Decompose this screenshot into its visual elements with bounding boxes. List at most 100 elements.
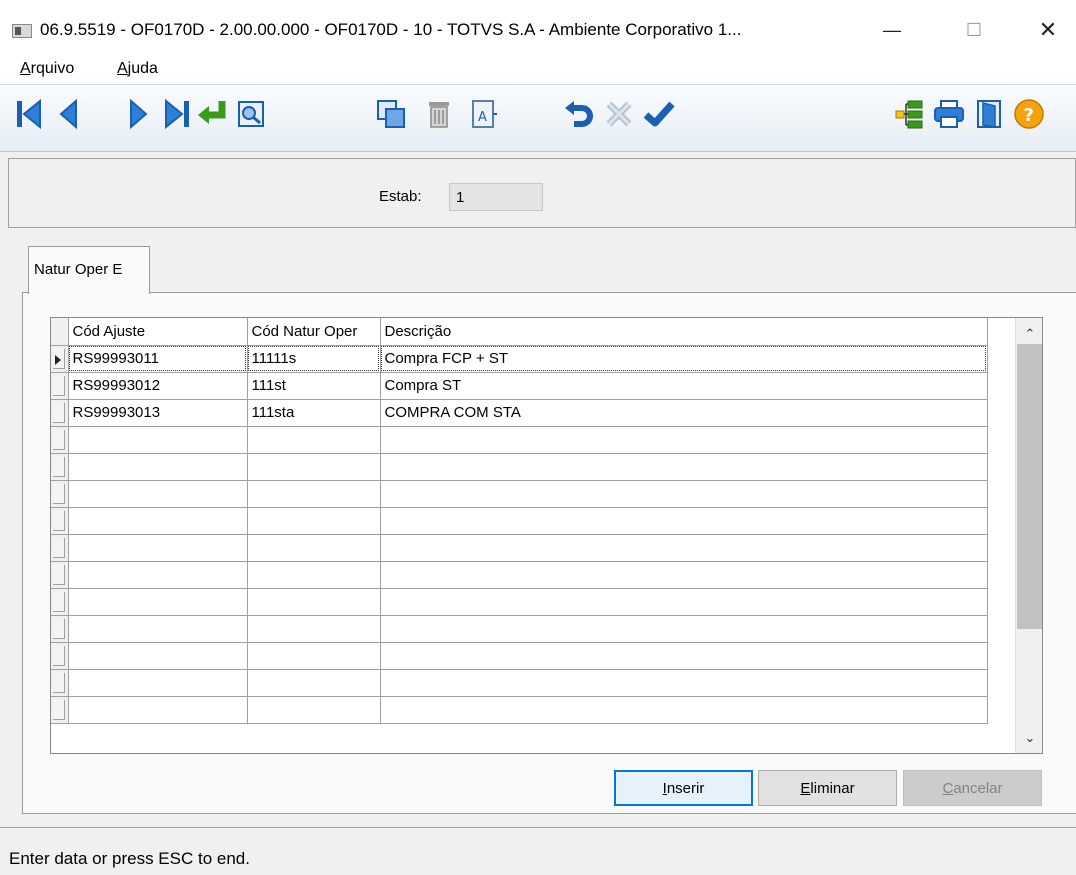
cell-cod-natur-oper[interactable] [247,561,381,589]
column-header-cod-natur-oper[interactable]: Cód Natur Oper [247,318,381,346]
scroll-up-icon[interactable]: ⌃ [1016,322,1042,346]
cell-descricao[interactable] [380,615,988,643]
cell-cod-natur-oper[interactable] [247,507,381,535]
table-row[interactable] [51,561,988,589]
row-indicator[interactable] [51,372,69,400]
cell-cod-ajuste[interactable] [68,669,248,697]
cell-cod-natur-oper[interactable]: 111st [247,372,381,400]
cell-descricao[interactable]: Compra ST [380,372,988,400]
next-record-icon[interactable] [121,95,155,133]
table-row[interactable] [51,453,988,481]
tab-natur-oper-e[interactable]: Natur Oper E [28,246,150,294]
cell-cod-ajuste[interactable] [68,561,248,589]
cell-cod-ajuste[interactable] [68,642,248,670]
cell-descricao[interactable] [380,696,988,724]
exit-icon[interactable] [972,95,1006,133]
table-row[interactable] [51,480,988,508]
cell-cod-natur-oper[interactable] [247,642,381,670]
delete-icon[interactable] [422,95,456,133]
previous-record-icon[interactable] [52,95,86,133]
scroll-down-icon[interactable]: ⌄ [1016,726,1042,750]
table-row[interactable] [51,615,988,643]
cell-cod-natur-oper[interactable] [247,480,381,508]
cell-descricao[interactable] [380,507,988,535]
cell-cod-ajuste[interactable]: RS99993013 [68,399,248,427]
cell-descricao[interactable] [380,561,988,589]
cell-cod-natur-oper[interactable] [247,426,381,454]
first-record-icon[interactable] [12,95,46,133]
column-header-cod-ajuste[interactable]: Cód Ajuste [68,318,248,346]
table-row[interactable]: RS99993011 11111s Compra FCP + ST [51,345,988,373]
row-indicator[interactable] [51,642,69,670]
app-icon[interactable] [12,24,32,38]
cell-descricao[interactable] [380,453,988,481]
minimize-button[interactable]: — [869,10,915,50]
cell-cod-ajuste[interactable] [68,480,248,508]
row-indicator[interactable] [51,696,69,724]
cell-cod-natur-oper[interactable]: 111sta [247,399,381,427]
table-row[interactable]: RS99993012 111st Compra ST [51,372,988,400]
cell-cod-natur-oper[interactable] [247,588,381,616]
goto-icon[interactable] [196,95,230,133]
cell-cod-natur-oper[interactable] [247,696,381,724]
cell-descricao[interactable] [380,426,988,454]
cell-cod-natur-oper[interactable] [247,669,381,697]
cell-cod-ajuste[interactable] [68,534,248,562]
row-indicator[interactable] [51,588,69,616]
row-indicator[interactable] [51,669,69,697]
copy-icon[interactable] [374,95,408,133]
cell-descricao[interactable] [380,588,988,616]
vertical-scrollbar[interactable]: ⌃ ⌄ [1015,318,1042,753]
table-row[interactable] [51,507,988,535]
close-button[interactable]: ✕ [1025,10,1071,50]
row-indicator[interactable] [51,453,69,481]
table-row[interactable] [51,534,988,562]
hierarchy-icon[interactable] [893,95,927,133]
search-icon[interactable] [234,95,268,133]
data-grid[interactable]: Cód Ajuste Cód Natur Oper Descrição RS99… [50,317,1043,754]
row-indicator[interactable] [51,480,69,508]
table-row[interactable] [51,642,988,670]
cell-cod-ajuste[interactable] [68,696,248,724]
help-icon[interactable]: ? [1012,95,1046,133]
rename-icon[interactable]: A [467,95,501,133]
eliminar-button[interactable]: Eliminar [758,770,897,806]
row-indicator[interactable] [51,345,69,373]
table-row[interactable] [51,426,988,454]
cell-descricao[interactable] [380,480,988,508]
cell-cod-ajuste[interactable]: RS99993011 [68,345,248,373]
cell-cod-natur-oper[interactable] [247,534,381,562]
cell-cod-natur-oper[interactable] [247,615,381,643]
cell-descricao[interactable]: COMPRA COM STA [380,399,988,427]
scroll-thumb[interactable] [1017,344,1042,629]
row-indicator[interactable] [51,507,69,535]
row-indicator[interactable] [51,561,69,589]
table-row[interactable] [51,588,988,616]
undo-icon[interactable] [562,95,596,133]
inserir-button[interactable]: Inserir [614,770,753,806]
row-indicator[interactable] [51,615,69,643]
menu-arquivo[interactable]: Arquivo [20,60,74,78]
print-icon[interactable] [932,95,966,133]
cell-descricao[interactable] [380,669,988,697]
menu-ajuda[interactable]: Ajuda [117,60,158,78]
maximize-button[interactable]: ☐ [951,10,997,50]
confirm-icon[interactable] [642,95,676,133]
cell-cod-ajuste[interactable] [68,453,248,481]
cell-cod-ajuste[interactable] [68,507,248,535]
cancel-icon[interactable] [602,95,636,133]
table-row[interactable] [51,669,988,697]
cell-descricao[interactable]: Compra FCP + ST [380,345,988,373]
cell-cod-ajuste[interactable] [68,426,248,454]
cell-cod-natur-oper[interactable]: 11111s [247,345,381,373]
row-indicator[interactable] [51,534,69,562]
cell-descricao[interactable] [380,642,988,670]
table-row[interactable] [51,696,988,724]
cell-cod-ajuste[interactable]: RS99993012 [68,372,248,400]
cell-cod-ajuste[interactable] [68,615,248,643]
cell-descricao[interactable] [380,534,988,562]
last-record-icon[interactable] [160,95,194,133]
row-indicator[interactable] [51,426,69,454]
cell-cod-ajuste[interactable] [68,588,248,616]
table-row[interactable]: RS99993013 111sta COMPRA COM STA [51,399,988,427]
